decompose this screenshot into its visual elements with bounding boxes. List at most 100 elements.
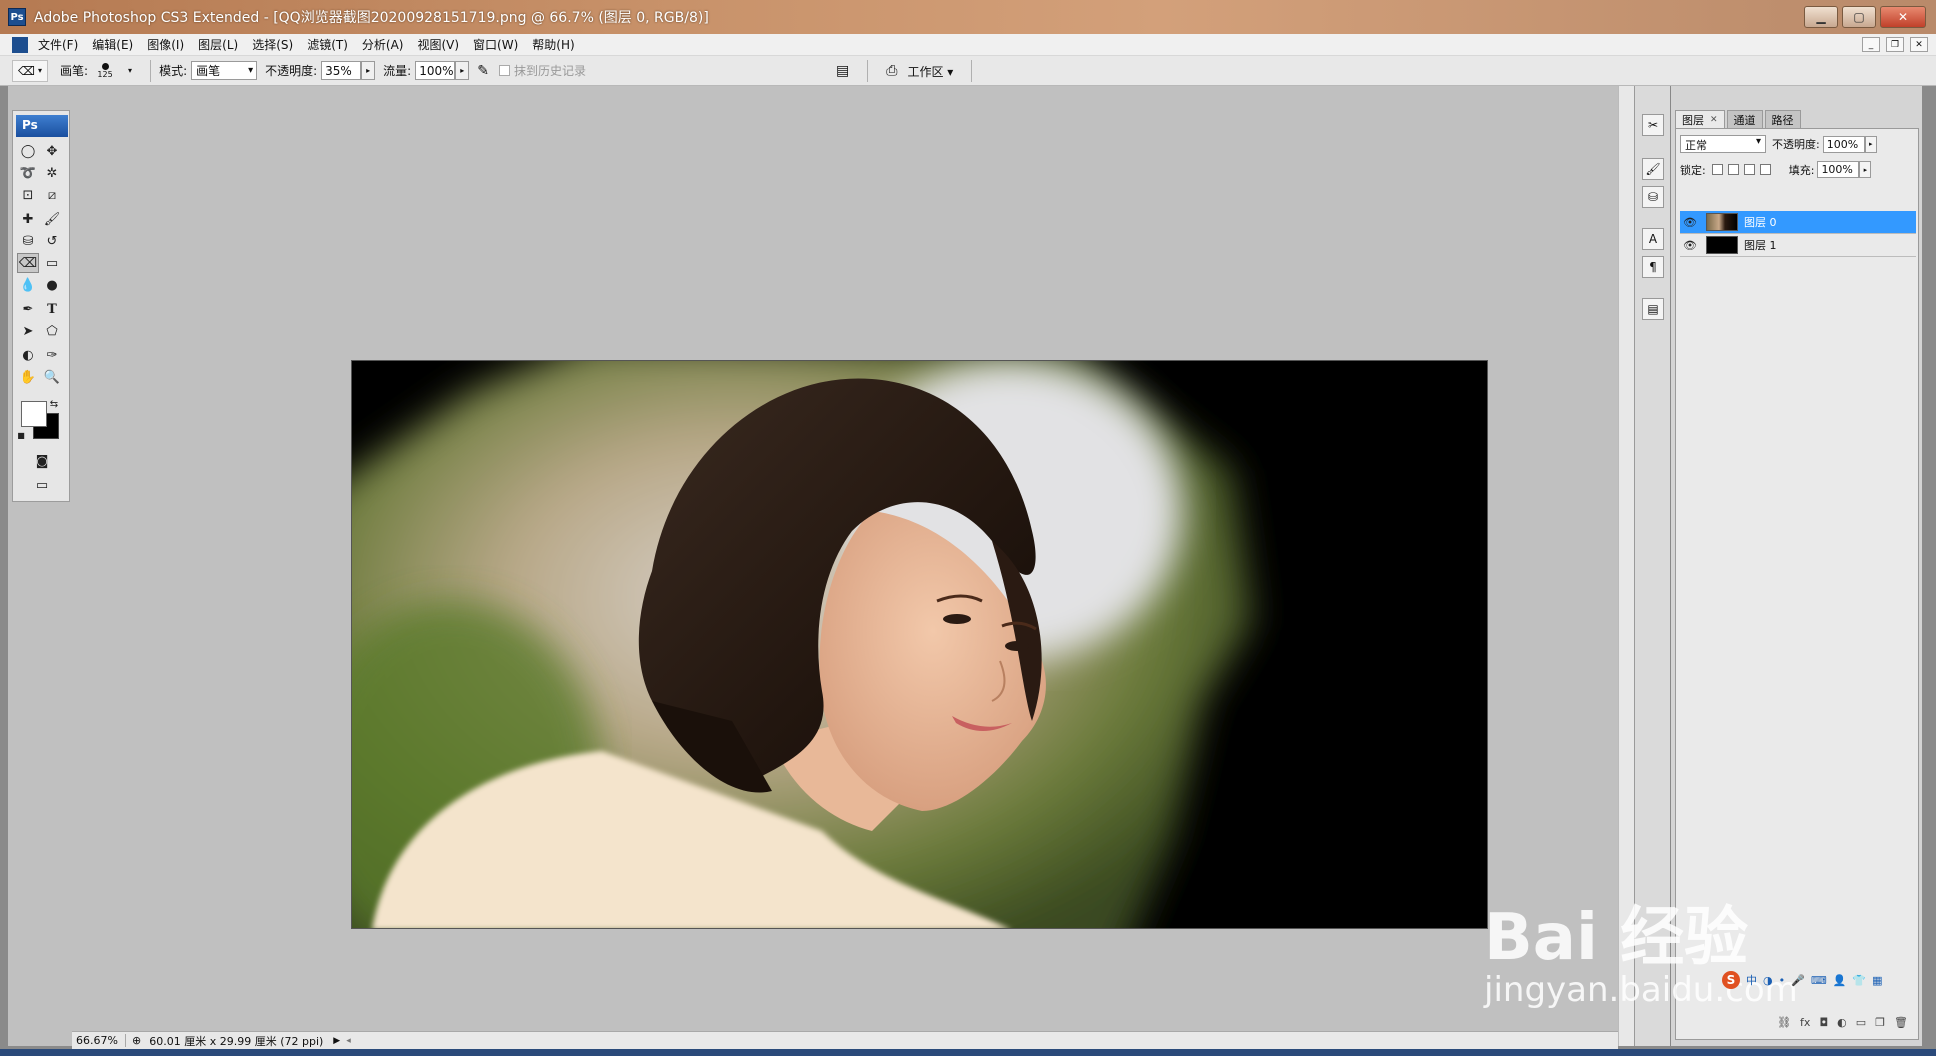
clone-source-icon[interactable]: ⛁ — [1642, 186, 1664, 208]
opacity-input[interactable]: 35% — [321, 61, 362, 80]
menu-image[interactable]: 图像(I) — [147, 36, 184, 53]
adjustment-layer-icon[interactable]: ◐ — [1837, 1016, 1847, 1029]
brushes-panel-icon[interactable]: 🖌 — [1642, 158, 1664, 180]
ime-mic-icon[interactable]: 🎤 — [1791, 974, 1805, 987]
blur-tool-icon[interactable]: 💧 — [17, 275, 39, 295]
fill-input[interactable]: 100% — [1817, 161, 1860, 178]
sogou-ime-icon[interactable]: S — [1722, 971, 1740, 989]
brush-dropdown-icon[interactable]: ▾ — [128, 66, 132, 75]
visibility-eye-icon[interactable]: 👁 — [1680, 239, 1700, 252]
doc-close-button[interactable]: ✕ — [1910, 37, 1928, 52]
ime-user-icon[interactable]: 👤 — [1833, 974, 1847, 987]
link-layers-icon[interactable]: ⛓ — [1777, 1016, 1791, 1029]
tool-presets-icon[interactable]: ✂ — [1642, 114, 1664, 136]
close-tab-icon[interactable]: ✕ — [1710, 115, 1718, 125]
layer-row-1[interactable]: 👁 图层 1 — [1680, 234, 1916, 257]
menu-window[interactable]: 窗口(W) — [473, 36, 518, 53]
layer-style-icon[interactable]: fx — [1800, 1016, 1810, 1029]
layer-mask-icon[interactable]: ◘ — [1819, 1016, 1828, 1029]
canvas-vertical-scrollbar[interactable] — [1618, 86, 1634, 1046]
eraser-tool-icon[interactable]: ⌫ — [17, 253, 39, 273]
menu-layer[interactable]: 图层(L) — [198, 36, 238, 53]
layer-row-0[interactable]: 👁 图层 0 — [1680, 211, 1916, 234]
zoom-level[interactable]: 66.67% — [72, 1034, 126, 1047]
tab-layers[interactable]: 图层 ✕ — [1675, 110, 1725, 128]
tab-paths[interactable]: 路径 — [1764, 110, 1801, 128]
layer-comps-icon[interactable]: ▤ — [1642, 298, 1664, 320]
lock-position-icon[interactable] — [1743, 164, 1755, 175]
layer-opacity-input[interactable]: 100% — [1822, 135, 1865, 153]
brush-picker[interactable]: 125 — [92, 59, 118, 83]
ime-dot-icon[interactable]: • — [1779, 974, 1786, 987]
ime-keyboard-icon[interactable]: ⌨ — [1811, 974, 1827, 987]
menu-help[interactable]: 帮助(H) — [532, 36, 574, 53]
document-canvas[interactable] — [351, 360, 1488, 929]
fill-slider-button[interactable]: ▸ — [1859, 161, 1872, 178]
quick-mask-icon[interactable]: ◙ — [31, 451, 53, 471]
blend-mode-select[interactable]: 正常 — [1680, 135, 1766, 153]
ps-badge[interactable]: Ps — [16, 115, 68, 137]
maximize-button[interactable]: ▢ — [1842, 6, 1876, 28]
history-brush-icon[interactable]: ↺ — [41, 231, 63, 251]
hand-tool-icon[interactable]: ✋ — [17, 367, 39, 387]
minimize-button[interactable]: ▁ — [1804, 6, 1838, 28]
close-button[interactable]: ✕ — [1880, 6, 1926, 28]
lasso-tool-icon[interactable]: ➰ — [17, 163, 39, 183]
menu-analysis[interactable]: 分析(A) — [362, 36, 404, 53]
3d-tool-icon[interactable]: ◐ — [17, 345, 39, 365]
brush-tool-icon[interactable]: 🖌 — [41, 209, 63, 229]
opacity-slider-button[interactable]: ▸ — [361, 61, 376, 80]
layer-opacity-slider-button[interactable]: ▸ — [1864, 135, 1877, 153]
ime-mode-label[interactable]: 中 — [1746, 972, 1757, 988]
palette-well-icon[interactable]: ▤ — [836, 63, 849, 79]
crop-tool-icon[interactable]: ⊡ — [17, 185, 39, 205]
erase-history-checkbox[interactable] — [498, 65, 510, 76]
eyedropper-icon[interactable]: ✑ — [41, 345, 63, 365]
menu-view[interactable]: 视图(V) — [417, 36, 459, 53]
delete-layer-icon[interactable]: 🗑 — [1894, 1016, 1908, 1029]
dodge-tool-icon[interactable]: ● — [41, 275, 63, 295]
character-panel-icon[interactable]: A — [1642, 228, 1664, 250]
menu-file[interactable]: 文件(F) — [38, 36, 78, 53]
lock-transparent-icon[interactable] — [1711, 164, 1723, 175]
clone-stamp-icon[interactable]: ⛁ — [17, 231, 39, 251]
screen-mode-icon[interactable]: ▭ — [27, 475, 57, 495]
foreground-color-swatch[interactable] — [21, 401, 47, 427]
healing-brush-icon[interactable]: ✚ — [17, 209, 39, 229]
menu-filter[interactable]: 滤镜(T) — [307, 36, 348, 53]
path-select-icon[interactable]: ➤ — [17, 321, 39, 341]
gradient-tool-icon[interactable]: ▭ — [41, 253, 63, 273]
lock-image-icon[interactable] — [1727, 164, 1739, 175]
tool-preset-picker[interactable]: ⌫ ▾ — [12, 59, 48, 82]
ime-skin-icon[interactable]: 👕 — [1852, 974, 1866, 987]
ime-tools-icon[interactable]: ▦ — [1872, 974, 1882, 987]
bridge-icon[interactable]: ⎙ — [886, 63, 897, 79]
new-layer-icon[interactable]: ❐ — [1875, 1016, 1885, 1029]
flow-slider-button[interactable]: ▸ — [455, 61, 470, 80]
workspace-menu[interactable]: 工作区 ▾ — [907, 63, 953, 80]
swap-colors-icon[interactable]: ⇆ — [47, 397, 61, 411]
document-icon[interactable] — [12, 36, 28, 53]
zoom-tool-icon[interactable]: 🔍 — [41, 367, 63, 387]
ime-punctuation-icon[interactable]: ◑ — [1763, 974, 1773, 987]
doc-restore-button[interactable]: ❐ — [1886, 37, 1904, 52]
default-colors-icon[interactable]: ■ — [15, 429, 27, 441]
paragraph-panel-icon[interactable]: ¶ — [1642, 256, 1664, 278]
flow-input[interactable]: 100% — [415, 61, 456, 80]
slice-tool-icon[interactable]: ⧄ — [41, 185, 63, 205]
menu-select[interactable]: 选择(S) — [252, 36, 293, 53]
marquee-tool-icon[interactable]: ◯ — [17, 141, 39, 161]
hscroll-left-arrow-icon[interactable]: ◂ — [346, 1036, 351, 1046]
doc-minimize-button[interactable]: _ — [1862, 37, 1880, 52]
pen-tool-icon[interactable]: ✒ — [17, 299, 39, 319]
shape-tool-icon[interactable]: ⬠ — [41, 321, 63, 341]
magic-wand-icon[interactable]: ✲ — [41, 163, 63, 183]
status-menu-arrow-icon[interactable]: ▶ — [333, 1036, 340, 1046]
mode-select[interactable]: 画笔 — [191, 61, 258, 80]
lock-all-icon[interactable] — [1759, 164, 1771, 175]
menu-edit[interactable]: 编辑(E) — [92, 36, 133, 53]
airbrush-icon[interactable]: ✎ — [477, 63, 489, 79]
visibility-eye-icon[interactable]: 👁 — [1680, 216, 1700, 229]
tab-channels[interactable]: 通道 — [1726, 110, 1763, 128]
move-tool-icon[interactable]: ✥ — [41, 141, 63, 161]
